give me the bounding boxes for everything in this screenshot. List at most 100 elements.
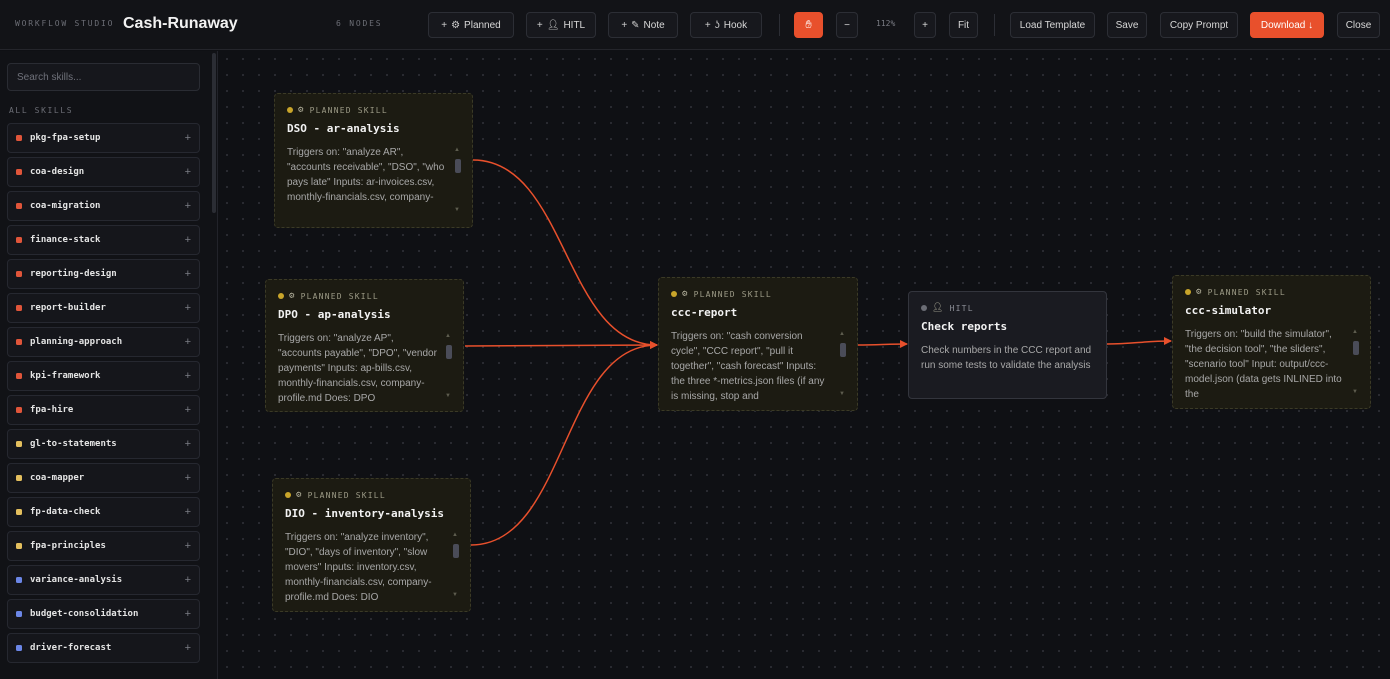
add-skill-plus-icon[interactable]: + (185, 574, 191, 586)
add-skill-plus-icon[interactable]: + (185, 370, 191, 382)
search-input[interactable] (17, 72, 190, 83)
scroll-up-icon[interactable]: ▲ (1352, 329, 1358, 335)
add-skill-plus-icon[interactable]: + (185, 132, 191, 144)
add-skill-plus-icon[interactable]: + (185, 608, 191, 620)
add-note-button[interactable]: + ✎ Note (608, 12, 678, 38)
node-badge: ⚙ PLANNED SKILL (671, 289, 772, 299)
skills-sidebar: ALL SKILLS pkg-fpa-setup+coa-design+coa-… (0, 51, 218, 679)
scroll-down-icon[interactable]: ▼ (452, 592, 458, 598)
node-scrollbar[interactable]: ▲ ▼ (445, 333, 452, 399)
node-title: DSO - ar-analysis (287, 122, 400, 135)
edge-check-reports-to-ccc-simulator[interactable] (1106, 337, 1172, 346)
add-planned-button[interactable]: + ⚙ Planned (428, 12, 514, 38)
add-skill-plus-icon[interactable]: + (185, 200, 191, 212)
scroll-up-icon[interactable]: ▲ (454, 147, 460, 153)
skill-item-budget-consolidation[interactable]: budget-consolidation + (7, 599, 200, 629)
add-skill-plus-icon[interactable]: + (185, 540, 191, 552)
fit-button[interactable]: Fit (949, 12, 978, 38)
add-skill-plus-icon[interactable]: + (185, 642, 191, 654)
download-button[interactable]: Download ↓ (1250, 12, 1324, 38)
skill-name: driver-forecast (30, 643, 112, 653)
zoom-level: 112% (876, 19, 896, 28)
add-hitl-button[interactable]: + 👤︎ HITL (526, 12, 596, 38)
node-description: Triggers on: "analyze AP", "accounts pay… (278, 333, 437, 404)
node-scrollbar[interactable]: ▲ ▼ (454, 147, 461, 213)
node-dso-ar-analysis[interactable]: ⚙ PLANNED SKILL DSO - ar-analysis Trigger… (274, 93, 473, 228)
skill-item-coa-migration[interactable]: coa-migration + (7, 191, 200, 221)
add-skill-plus-icon[interactable]: + (185, 472, 191, 484)
search-box[interactable] (7, 63, 200, 91)
skill-name: report-builder (30, 303, 106, 313)
skill-item-coa-design[interactable]: coa-design + (7, 157, 200, 187)
skill-item-reporting-design[interactable]: reporting-design + (7, 259, 200, 289)
scroll-down-icon[interactable]: ▼ (839, 391, 845, 397)
node-scrollbar[interactable]: ▲ ▼ (452, 532, 459, 598)
node-ccc-simulator[interactable]: ⚙ PLANNED SKILL ccc-simulator Triggers on… (1172, 275, 1371, 409)
skill-item-variance-analysis[interactable]: variance-analysis + (7, 565, 200, 595)
node-scrollbar[interactable]: ▲ ▼ (839, 331, 846, 397)
skill-name: budget-consolidation (30, 609, 139, 619)
sidebar-scrollbar[interactable] (212, 53, 216, 213)
scroll-thumb[interactable] (840, 343, 846, 357)
skill-name: coa-migration (30, 201, 101, 211)
skill-item-pkg-fpa-setup[interactable]: pkg-fpa-setup + (7, 123, 200, 153)
skill-category-dot (16, 135, 22, 141)
skill-item-kpi-framework[interactable]: kpi-framework + (7, 361, 200, 391)
skill-name: planning-approach (30, 337, 123, 347)
workflow-canvas[interactable]: ⚙ PLANNED SKILL DSO - ar-analysis Trigger… (219, 51, 1390, 679)
edge-ccc-report-to-check-reports[interactable] (857, 340, 908, 349)
scroll-thumb[interactable] (1353, 341, 1359, 355)
save-button[interactable]: Save (1107, 12, 1147, 38)
skill-item-fpa-principles[interactable]: fpa-principles + (7, 531, 200, 561)
scroll-down-icon[interactable]: ▼ (1352, 389, 1358, 395)
load-template-button[interactable]: Load Template (1010, 12, 1095, 38)
zoom-out-button[interactable]: − (836, 12, 858, 38)
scroll-thumb[interactable] (453, 544, 459, 558)
skill-name: kpi-framework (30, 371, 101, 381)
pan-hand-button[interactable]: ✋︎ (794, 12, 823, 38)
copy-prompt-button[interactable]: Copy Prompt (1160, 12, 1238, 38)
add-skill-plus-icon[interactable]: + (185, 336, 191, 348)
skill-item-coa-mapper[interactable]: coa-mapper + (7, 463, 200, 493)
plus-icon: + (621, 19, 628, 31)
node-dio-inventory-analysis[interactable]: ⚙ PLANNED SKILL DIO - inventory-analysis … (272, 478, 471, 612)
close-button[interactable]: Close (1337, 12, 1380, 38)
add-skill-plus-icon[interactable]: + (185, 234, 191, 246)
add-skill-plus-icon[interactable]: + (185, 404, 191, 416)
add-skill-plus-icon[interactable]: + (185, 302, 191, 314)
hook-icon: ʖ (714, 19, 720, 31)
scroll-thumb[interactable] (455, 159, 461, 173)
skill-item-driver-forecast[interactable]: driver-forecast + (7, 633, 200, 663)
workflow-title[interactable]: Cash-Runaway (123, 15, 238, 33)
node-ccc-report[interactable]: ⚙ PLANNED SKILL ccc-report Triggers on: "… (658, 277, 858, 411)
pencil-icon: ✎ (631, 19, 640, 31)
node-check-reports-hitl[interactable]: 👤︎ HITL Check reports Check numbers in th… (908, 291, 1107, 399)
skill-item-finance-stack[interactable]: finance-stack + (7, 225, 200, 255)
scroll-down-icon[interactable]: ▼ (445, 393, 451, 399)
node-scrollbar[interactable]: ▲ ▼ (1352, 329, 1359, 395)
skill-item-report-builder[interactable]: report-builder + (7, 293, 200, 323)
skill-item-planning-approach[interactable]: planning-approach + (7, 327, 200, 357)
scroll-thumb[interactable] (446, 345, 452, 359)
scroll-up-icon[interactable]: ▲ (452, 532, 458, 538)
skill-item-gl-to-statements[interactable]: gl-to-statements + (7, 429, 200, 459)
gear-icon: ⚙ (1196, 287, 1203, 297)
add-skill-plus-icon[interactable]: + (185, 268, 191, 280)
add-skill-plus-icon[interactable]: + (185, 438, 191, 450)
edge-dso-to-ccc-report[interactable] (472, 159, 658, 349)
skill-item-fpa-hire[interactable]: fpa-hire + (7, 395, 200, 425)
scroll-down-icon[interactable]: ▼ (454, 207, 460, 213)
zoom-in-button[interactable]: + (914, 12, 936, 38)
node-dpo-ap-analysis[interactable]: ⚙ PLANNED SKILL DPO - ap-analysis Trigger… (265, 279, 464, 412)
skill-category-dot (16, 577, 22, 583)
edge-dio-to-ccc-report[interactable] (470, 341, 658, 546)
skill-item-fp-data-check[interactable]: fp-data-check + (7, 497, 200, 527)
edge-dpo-to-ccc-report[interactable] (464, 341, 658, 350)
add-skill-plus-icon[interactable]: + (185, 506, 191, 518)
scroll-up-icon[interactable]: ▲ (839, 331, 845, 337)
gear-icon: ⚙ (682, 289, 689, 299)
scroll-up-icon[interactable]: ▲ (445, 333, 451, 339)
add-hook-button[interactable]: + ʖ Hook (690, 12, 762, 38)
add-skill-plus-icon[interactable]: + (185, 166, 191, 178)
node-description: Triggers on: "build the simulator", "the… (1185, 329, 1342, 400)
